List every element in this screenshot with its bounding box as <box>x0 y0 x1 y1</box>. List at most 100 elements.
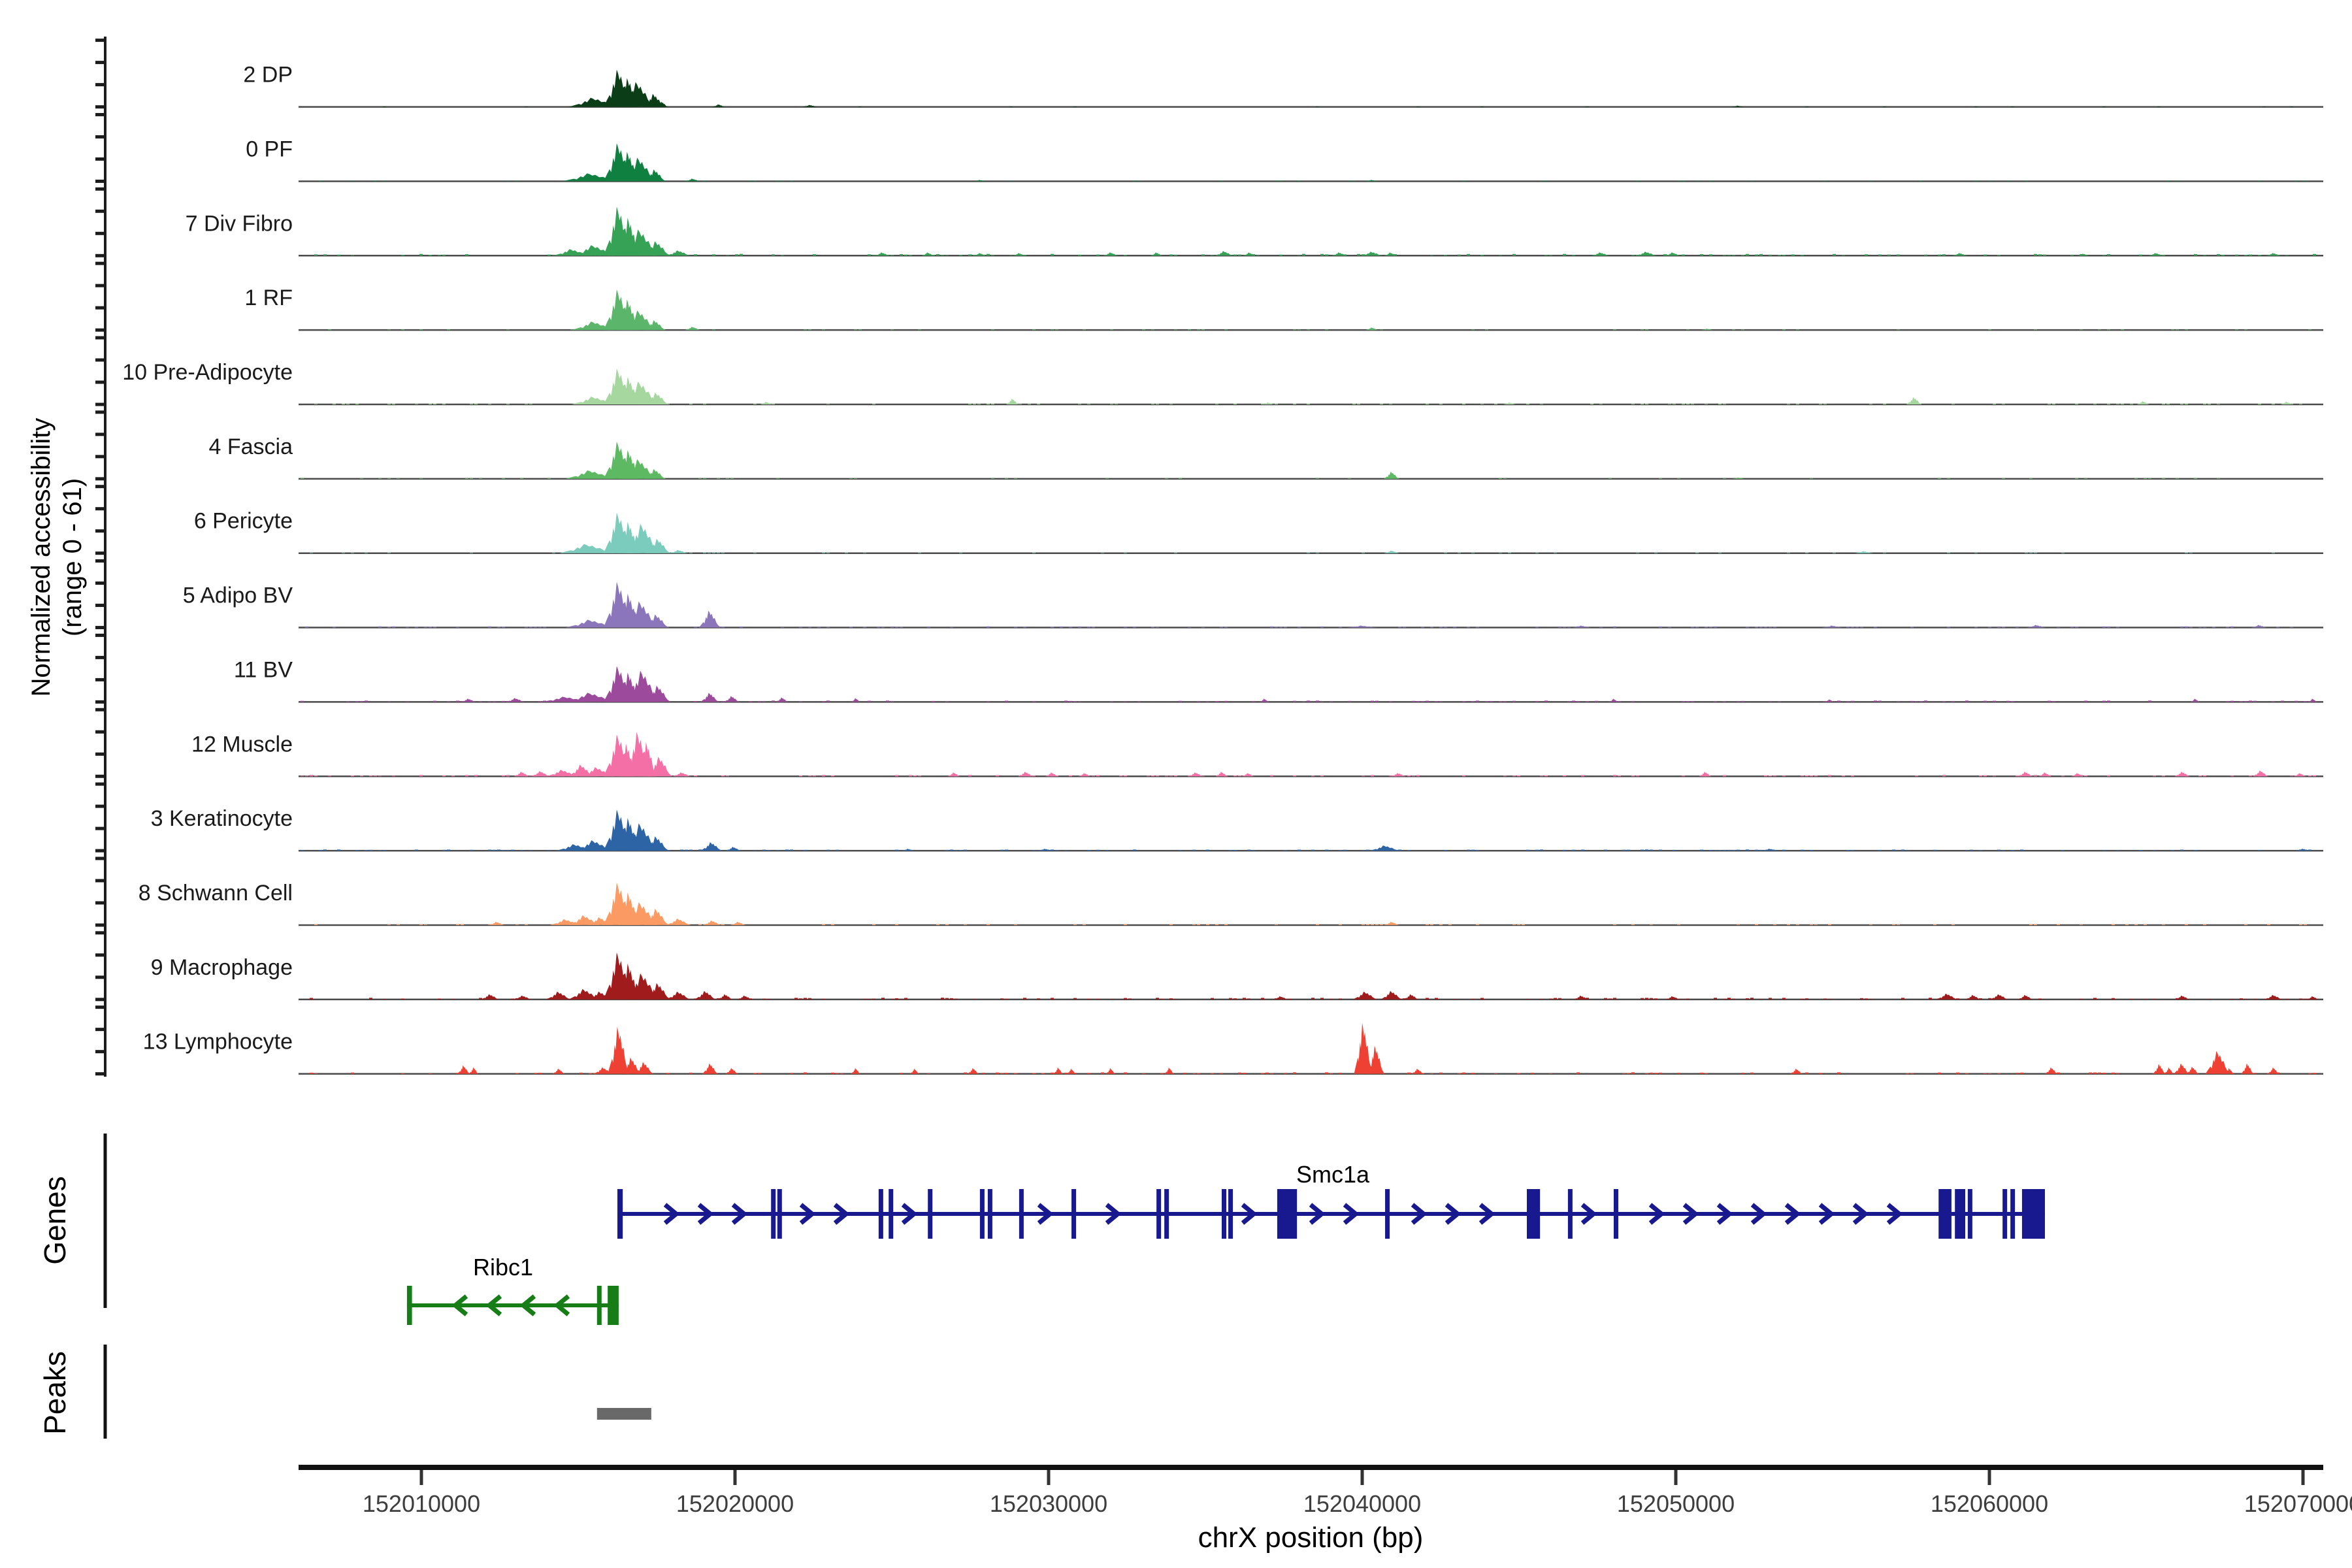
signal-noise <box>1092 776 1095 777</box>
signal-noise <box>1426 924 1429 925</box>
signal-noise <box>1096 255 1100 256</box>
signal-noise <box>831 924 834 925</box>
signal-noise <box>1851 776 1854 777</box>
signal-noise <box>1531 1073 1534 1074</box>
signal-noise <box>804 998 807 999</box>
signal-noise <box>1448 924 1452 925</box>
signal-noise <box>753 181 757 182</box>
signal-noise <box>2080 924 2083 925</box>
signal-noise <box>1782 329 1786 330</box>
signal-noise <box>1421 627 1424 628</box>
signal-peak <box>2164 1068 2174 1074</box>
signal-noise <box>1613 998 1616 999</box>
signal-noise <box>1105 850 1109 851</box>
signal-noise <box>694 701 697 702</box>
signal-noise <box>2020 1073 2023 1074</box>
signal-noise <box>1540 181 1543 182</box>
signal-noise <box>726 255 729 256</box>
signal-noise <box>1096 999 1100 1000</box>
signal-peak <box>922 252 934 255</box>
signal-noise <box>1051 1073 1054 1074</box>
signal-noise <box>355 850 359 851</box>
signal-noise <box>1746 998 1749 1000</box>
signal-noise <box>1897 254 1900 255</box>
signal-peak <box>1384 922 1399 925</box>
signal-noise <box>822 999 825 1000</box>
signal-noise <box>1686 701 1690 702</box>
signal-noise <box>927 1073 930 1074</box>
signal-peak <box>2186 1067 2198 1074</box>
signal-noise <box>1677 181 1680 182</box>
signal-noise <box>1311 998 1315 1000</box>
signal-noise <box>1009 106 1013 107</box>
signal-noise <box>1746 254 1749 256</box>
signal-noise <box>854 329 857 330</box>
signal-noise <box>1727 998 1731 1000</box>
signal-noise <box>429 1073 432 1074</box>
signal-noise <box>1073 701 1077 702</box>
signal-noise <box>1613 627 1616 628</box>
signal-noise <box>945 701 949 702</box>
signal-noise <box>1371 701 1374 702</box>
signal-noise <box>1723 850 1726 851</box>
signal-noise <box>2267 924 2270 925</box>
signal-noise <box>1737 924 1740 925</box>
signal-noise <box>2148 478 2151 479</box>
signal-noise <box>1810 478 1813 479</box>
signal-peak <box>2251 625 2267 628</box>
signal-noise <box>1476 850 1479 851</box>
signal-noise <box>1014 478 1017 479</box>
signal-noise <box>1613 775 1616 776</box>
signal-peak <box>1952 253 1968 255</box>
signal-noise <box>502 850 505 851</box>
gene-name-label: Smc1a <box>1296 1161 1370 1188</box>
signal-noise <box>900 1073 903 1074</box>
signal-noise <box>740 254 743 256</box>
signal-noise <box>918 330 921 331</box>
signal-noise <box>1339 850 1342 851</box>
signal-noise <box>1298 849 1301 851</box>
signal-noise <box>1293 701 1296 702</box>
signal-noise <box>1032 701 1036 702</box>
signal-noise <box>1375 701 1379 702</box>
signal-noise <box>1380 924 1383 925</box>
signal-noise <box>419 254 423 256</box>
signal-noise <box>456 627 459 628</box>
signal-noise <box>438 998 441 999</box>
signal-noise <box>2226 701 2229 702</box>
signal-noise <box>2098 1073 2101 1074</box>
signal-noise <box>1215 924 1218 925</box>
genome-browser-figure: Normalized accessibility (range 0 - 61) … <box>0 0 2352 1568</box>
signal-peak <box>489 922 504 925</box>
signal-noise <box>703 478 706 479</box>
signal-peak <box>712 105 725 107</box>
signal-peak <box>1347 626 1378 628</box>
signal-noise <box>1974 181 1978 182</box>
signal-noise <box>419 775 423 776</box>
signal-peak <box>1045 772 1058 776</box>
signal-noise <box>1389 701 1392 702</box>
signal-noise <box>415 849 418 851</box>
signal-noise <box>1320 254 1324 256</box>
signal-noise <box>1791 254 1795 255</box>
signal-noise <box>1709 254 1712 255</box>
signal-noise <box>1169 924 1173 925</box>
signal-noise <box>1965 700 1968 702</box>
signal-noise <box>2070 627 2074 628</box>
signal-noise <box>1691 701 1694 702</box>
signal-noise <box>1316 478 1319 479</box>
signal-peak <box>1006 399 1019 404</box>
signal-noise <box>1897 701 1900 702</box>
signal-noise <box>1348 701 1351 702</box>
signal-peak <box>1165 1068 1174 1074</box>
signal-noise <box>2102 1073 2106 1074</box>
signal-noise <box>1316 700 1319 702</box>
signal-noise <box>1407 1073 1411 1074</box>
track-11-bv: 11 BV <box>234 657 2323 702</box>
signal-noise <box>762 701 766 702</box>
signal-noise <box>868 999 871 1000</box>
signal-noise <box>1165 478 1168 479</box>
signal-noise <box>2093 998 2097 999</box>
signal-noise <box>1897 329 1900 330</box>
signal-noise <box>1133 181 1136 182</box>
